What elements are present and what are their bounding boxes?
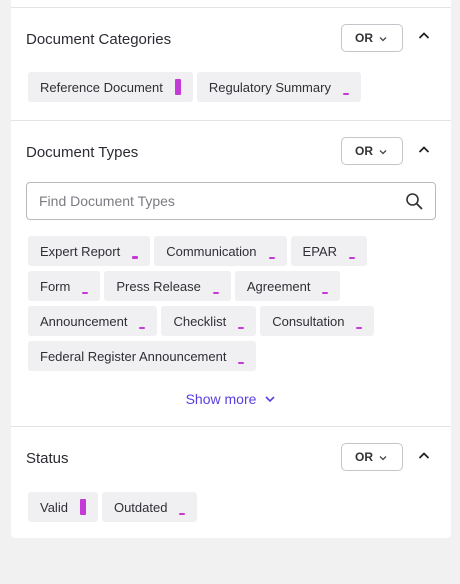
status-operator-select[interactable]: OR <box>341 443 403 471</box>
filter-chip[interactable]: Press Release <box>104 271 231 301</box>
count-bar-fill <box>79 499 86 515</box>
count-bar <box>322 278 329 294</box>
operator-label: OR <box>355 144 373 158</box>
document-types-search <box>26 182 436 220</box>
divider <box>11 426 451 427</box>
filter-chip[interactable]: Outdated <box>101 492 198 522</box>
section-title-types: Document Types <box>26 144 139 161</box>
filter-chip[interactable]: Checklist <box>161 306 257 336</box>
count-bar <box>82 278 89 294</box>
count-bar <box>139 313 146 329</box>
chip-label: Agreement <box>246 278 311 294</box>
types-operator-select[interactable]: OR <box>341 137 403 165</box>
chip-label: Consultation <box>272 313 345 329</box>
filter-chip[interactable]: Reference Document <box>28 72 193 102</box>
count-bar-fill <box>132 256 139 259</box>
count-bar <box>238 313 245 329</box>
count-bar-fill <box>212 292 219 294</box>
chevron-down-icon <box>378 146 388 160</box>
search-input[interactable] <box>27 183 387 219</box>
collapse-categories-button[interactable] <box>414 28 434 48</box>
count-bar-fill <box>82 292 89 294</box>
search-icon[interactable] <box>405 192 423 215</box>
count-bar-fill <box>268 257 275 259</box>
count-bar <box>212 278 219 294</box>
collapse-status-button[interactable] <box>414 448 434 468</box>
chip-label: Checklist <box>173 313 227 329</box>
chevron-up-icon <box>417 143 431 162</box>
count-bar-fill <box>348 257 355 259</box>
count-bar-fill <box>356 327 363 329</box>
chevron-down-icon <box>264 393 276 405</box>
count-bar <box>268 243 275 259</box>
operator-label: OR <box>355 31 373 45</box>
show-more-button[interactable]: Show more <box>11 388 451 410</box>
count-bar <box>348 243 355 259</box>
count-bar <box>356 313 363 329</box>
chevron-up-icon <box>417 29 431 48</box>
chip-label: Outdated <box>113 499 168 515</box>
count-bar-fill <box>238 327 245 329</box>
count-bar-fill <box>238 362 245 364</box>
operator-label: OR <box>355 450 373 464</box>
count-bar <box>79 499 86 515</box>
count-bar-fill <box>322 292 329 294</box>
section-title-categories: Document Categories <box>26 31 172 48</box>
count-bar-fill <box>179 513 186 515</box>
filter-chip[interactable]: Expert Report <box>28 236 151 266</box>
chip-label: Federal Register Announcement <box>40 348 227 364</box>
count-bar <box>238 348 245 364</box>
chip-label: Valid <box>40 499 68 515</box>
filter-chip[interactable]: Announcement <box>28 306 158 336</box>
filter-chip[interactable]: Form <box>28 271 101 301</box>
chevron-down-icon <box>378 452 388 466</box>
chip-label: Announcement <box>40 313 128 329</box>
collapse-types-button[interactable] <box>414 142 434 162</box>
count-bar-fill <box>139 327 146 329</box>
chip-label: Regulatory Summary <box>208 79 331 95</box>
show-more-label: Show more <box>185 391 257 407</box>
chevron-up-icon <box>417 449 431 468</box>
chevron-down-icon <box>378 33 388 47</box>
filter-panel: Document Categories OR Reference Documen… <box>11 0 451 538</box>
section-title-status: Status <box>26 450 69 467</box>
count-bar <box>342 79 349 95</box>
count-bar <box>179 499 186 515</box>
filter-chip[interactable]: Communication <box>154 236 287 266</box>
divider <box>11 120 451 121</box>
chip-label: Press Release <box>116 278 201 294</box>
chip-label: Expert Report <box>40 243 121 259</box>
filter-chip[interactable]: Regulatory Summary <box>196 72 361 102</box>
count-bar <box>132 243 139 259</box>
divider <box>11 7 451 8</box>
count-bar-fill <box>342 93 349 95</box>
count-bar <box>174 79 181 95</box>
categories-operator-select[interactable]: OR <box>341 24 403 52</box>
count-bar-fill <box>174 79 181 95</box>
filter-chip[interactable]: Consultation <box>260 306 375 336</box>
chip-label: Communication <box>166 243 257 259</box>
chip-label: Form <box>40 278 71 294</box>
chip-label: EPAR <box>302 243 337 259</box>
chip-label: Reference Document <box>40 79 163 95</box>
filter-chip[interactable]: EPAR <box>290 236 367 266</box>
filter-chip[interactable]: Federal Register Announcement <box>28 341 257 371</box>
filter-chip[interactable]: Valid <box>28 492 98 522</box>
filter-chip[interactable]: Agreement <box>234 271 341 301</box>
